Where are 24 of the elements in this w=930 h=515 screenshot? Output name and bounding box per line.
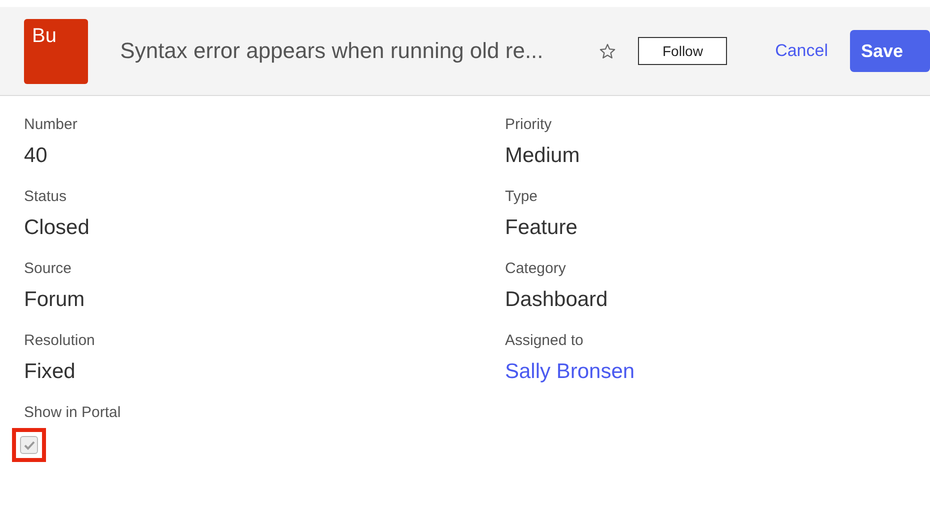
record-title: Syntax error appears when running old re...	[120, 38, 544, 64]
field-label: Assigned to	[505, 332, 584, 350]
field-value: Feature	[505, 215, 578, 241]
field-label: Type	[505, 188, 539, 206]
field-label: Priority	[505, 116, 553, 134]
field-value: Medium	[505, 143, 581, 169]
save-button[interactable]: Save	[850, 30, 930, 72]
assignee-link[interactable]: Sally Bronsen	[505, 359, 930, 385]
check-icon	[24, 440, 34, 450]
star-icon[interactable]	[599, 42, 616, 60]
follow-button[interactable]: Follow	[638, 37, 728, 65]
field-value: 40	[24, 143, 48, 169]
field-label: Category	[505, 260, 567, 278]
field-value: Dashboard	[505, 287, 609, 313]
module-badge: Bu	[24, 18, 88, 84]
field-label: Number	[24, 116, 78, 134]
field-label: Show in Portal	[24, 404, 122, 422]
field-value: Closed	[24, 215, 90, 241]
cancel-link[interactable]: Cancel	[775, 41, 828, 61]
field-label: Status	[24, 188, 68, 206]
field-label: Source	[24, 260, 73, 278]
field-value: Forum	[24, 287, 86, 313]
field-value: Fixed	[24, 359, 76, 385]
field-label: Resolution	[24, 332, 96, 350]
